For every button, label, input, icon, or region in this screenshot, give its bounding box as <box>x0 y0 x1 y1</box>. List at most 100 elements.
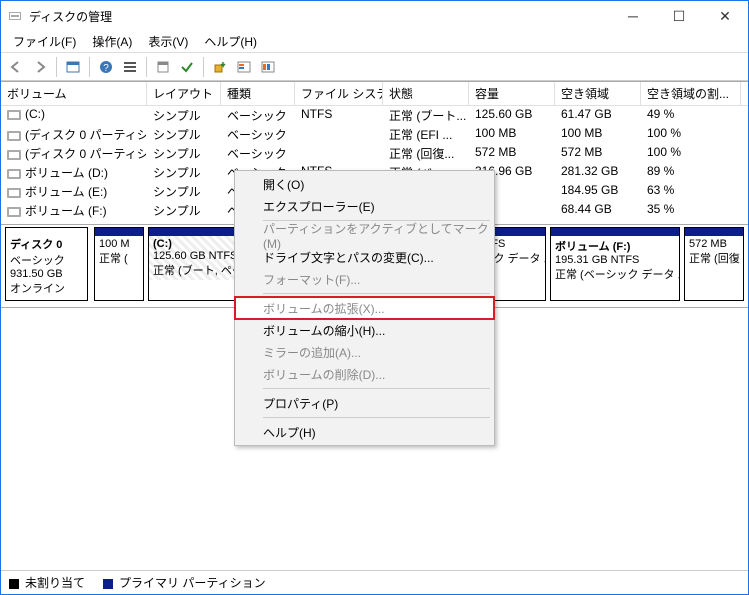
th-volume[interactable]: ボリューム <box>1 82 147 105</box>
volume-icon <box>7 188 21 198</box>
disk-info[interactable]: ディスク 0 ベーシック 931.50 GB オンライン <box>5 227 88 301</box>
table-header: ボリューム レイアウト 種類 ファイル システム 状態 容量 空き領域 空き領域… <box>1 82 748 106</box>
legend: 未割り当て プライマリ パーティション <box>1 570 748 594</box>
tb-view[interactable] <box>62 56 84 78</box>
tb-help[interactable]: ? <box>95 56 117 78</box>
th-free[interactable]: 空き領域 <box>555 82 641 105</box>
cell: 125.60 GB <box>469 106 555 125</box>
table-row[interactable]: (ディスク 0 パーティシ... シンプル ベーシック 正常 (回復... 57… <box>1 144 748 163</box>
tb-detail[interactable] <box>233 56 255 78</box>
p-status: 正常 (ベーシック データ パ <box>555 266 675 282</box>
maximize-button[interactable]: ☐ <box>656 1 702 31</box>
cell: シンプル <box>147 125 221 144</box>
th-freepct[interactable]: 空き領域の割... <box>641 82 741 105</box>
volume-icon <box>7 131 21 141</box>
tb-props[interactable] <box>152 56 174 78</box>
cell: シンプル <box>147 144 221 163</box>
cell: 572 MB <box>469 144 555 163</box>
ctx-help[interactable]: ヘルプ(H) <box>235 421 494 443</box>
legend-primary: プライマリ パーティション <box>119 576 266 590</box>
cell: 49 % <box>641 106 741 125</box>
p-label: ボリューム (F:) <box>555 241 630 253</box>
legend-unallocated: 未割り当て <box>25 576 85 590</box>
ctx-explorer[interactable]: エクスプローラー(E) <box>235 195 494 217</box>
disk-status: オンライン <box>10 280 83 296</box>
cell: 61.47 GB <box>555 106 641 125</box>
p-size: 195.31 GB NTFS <box>555 254 675 266</box>
disk-management-window: ディスクの管理 ─ ☐ ✕ ファイル(F) 操作(A) 表示(V) ヘルプ(H)… <box>0 0 749 595</box>
toolbar: ? <box>1 53 748 81</box>
table-row[interactable]: (C:) シンプル ベーシック NTFS 正常 (ブート... 125.60 G… <box>1 106 748 125</box>
cell: ベーシック <box>221 125 295 144</box>
cell: 68.44 GB <box>555 201 641 220</box>
ctx-properties[interactable]: プロパティ(P) <box>235 392 494 414</box>
volume-icon <box>7 150 21 160</box>
cell <box>295 125 383 144</box>
menu-help[interactable]: ヘルプ(H) <box>196 31 265 52</box>
ctx-shrink[interactable]: ボリュームの縮小(H)... <box>235 319 494 341</box>
th-status[interactable]: 状態 <box>383 82 469 105</box>
menu-view[interactable]: 表示(V) <box>140 31 196 52</box>
tb-check[interactable] <box>176 56 198 78</box>
tb-list1[interactable] <box>119 56 141 78</box>
cell: (ディスク 0 パーティシ... <box>25 128 147 142</box>
context-menu: 開く(O) エクスプローラー(E) パーティションをアクティブとしてマーク(M)… <box>234 170 495 446</box>
cell: ベーシック <box>221 144 295 163</box>
minimize-button[interactable]: ─ <box>610 1 656 31</box>
cell: ボリューム (D:) <box>25 166 108 180</box>
th-capacity[interactable]: 容量 <box>469 82 555 105</box>
close-button[interactable]: ✕ <box>702 1 748 31</box>
disk-partition[interactable]: 572 MB 正常 (回復 <box>684 227 744 301</box>
tb-forward[interactable] <box>29 56 51 78</box>
tb-back[interactable] <box>5 56 27 78</box>
ctx-open[interactable]: 開く(O) <box>235 173 494 195</box>
cell: 100 % <box>641 125 741 144</box>
cell: 63 % <box>641 182 741 201</box>
cell: ボリューム (E:) <box>25 185 107 199</box>
ctx-delete: ボリュームの削除(D)... <box>235 363 494 385</box>
menu-file[interactable]: ファイル(F) <box>5 31 84 52</box>
cell: 100 MB <box>555 125 641 144</box>
disk-size: 931.50 GB <box>10 268 83 280</box>
disk-partition-f[interactable]: ボリューム (F:) 195.31 GB NTFS 正常 (ベーシック データ … <box>550 227 680 301</box>
menubar: ファイル(F) 操作(A) 表示(V) ヘルプ(H) <box>1 31 748 53</box>
menu-action[interactable]: 操作(A) <box>84 31 140 52</box>
table-row[interactable]: (ディスク 0 パーティシ... シンプル ベーシック 正常 (EFI ... … <box>1 125 748 144</box>
titlebar: ディスクの管理 ─ ☐ ✕ <box>1 1 748 31</box>
cell: NTFS <box>295 106 383 125</box>
th-layout[interactable]: レイアウト <box>147 82 221 105</box>
window-title: ディスクの管理 <box>29 8 610 25</box>
disk-name: ディスク 0 <box>10 236 83 252</box>
cell: 100 % <box>641 144 741 163</box>
cell: ベーシック <box>221 106 295 125</box>
cell: 正常 (ブート... <box>383 106 469 125</box>
app-icon <box>7 8 23 24</box>
legend-unallocated-swatch <box>9 579 19 589</box>
disk-partition[interactable]: 100 M 正常 ( <box>94 227 144 301</box>
cell: シンプル <box>147 106 221 125</box>
tb-import[interactable] <box>209 56 231 78</box>
cell: ボリューム (F:) <box>25 204 107 218</box>
p-status: 正常 ( <box>99 250 139 266</box>
cell: シンプル <box>147 201 221 220</box>
cell <box>295 144 383 163</box>
disk-type: ベーシック <box>10 252 83 268</box>
cell: シンプル <box>147 182 221 201</box>
legend-primary-swatch <box>103 579 113 589</box>
ctx-extend: ボリュームの拡張(X)... <box>235 297 494 319</box>
p-size: 572 MB <box>689 238 739 250</box>
cell: 281.32 GB <box>555 163 641 182</box>
cell: 572 MB <box>555 144 641 163</box>
p-status: 正常 (回復 <box>689 250 739 266</box>
ctx-mark-active: パーティションをアクティブとしてマーク(M) <box>235 224 494 246</box>
th-type[interactable]: 種類 <box>221 82 295 105</box>
volume-icon <box>7 207 21 217</box>
p-size: 100 M <box>99 238 139 250</box>
cell: (C:) <box>25 107 45 121</box>
th-filesystem[interactable]: ファイル システム <box>295 82 383 105</box>
cell: 正常 (EFI ... <box>383 125 469 144</box>
cell: 正常 (回復... <box>383 144 469 163</box>
svg-text:?: ? <box>103 63 109 74</box>
cell: シンプル <box>147 163 221 182</box>
tb-detail2[interactable] <box>257 56 279 78</box>
